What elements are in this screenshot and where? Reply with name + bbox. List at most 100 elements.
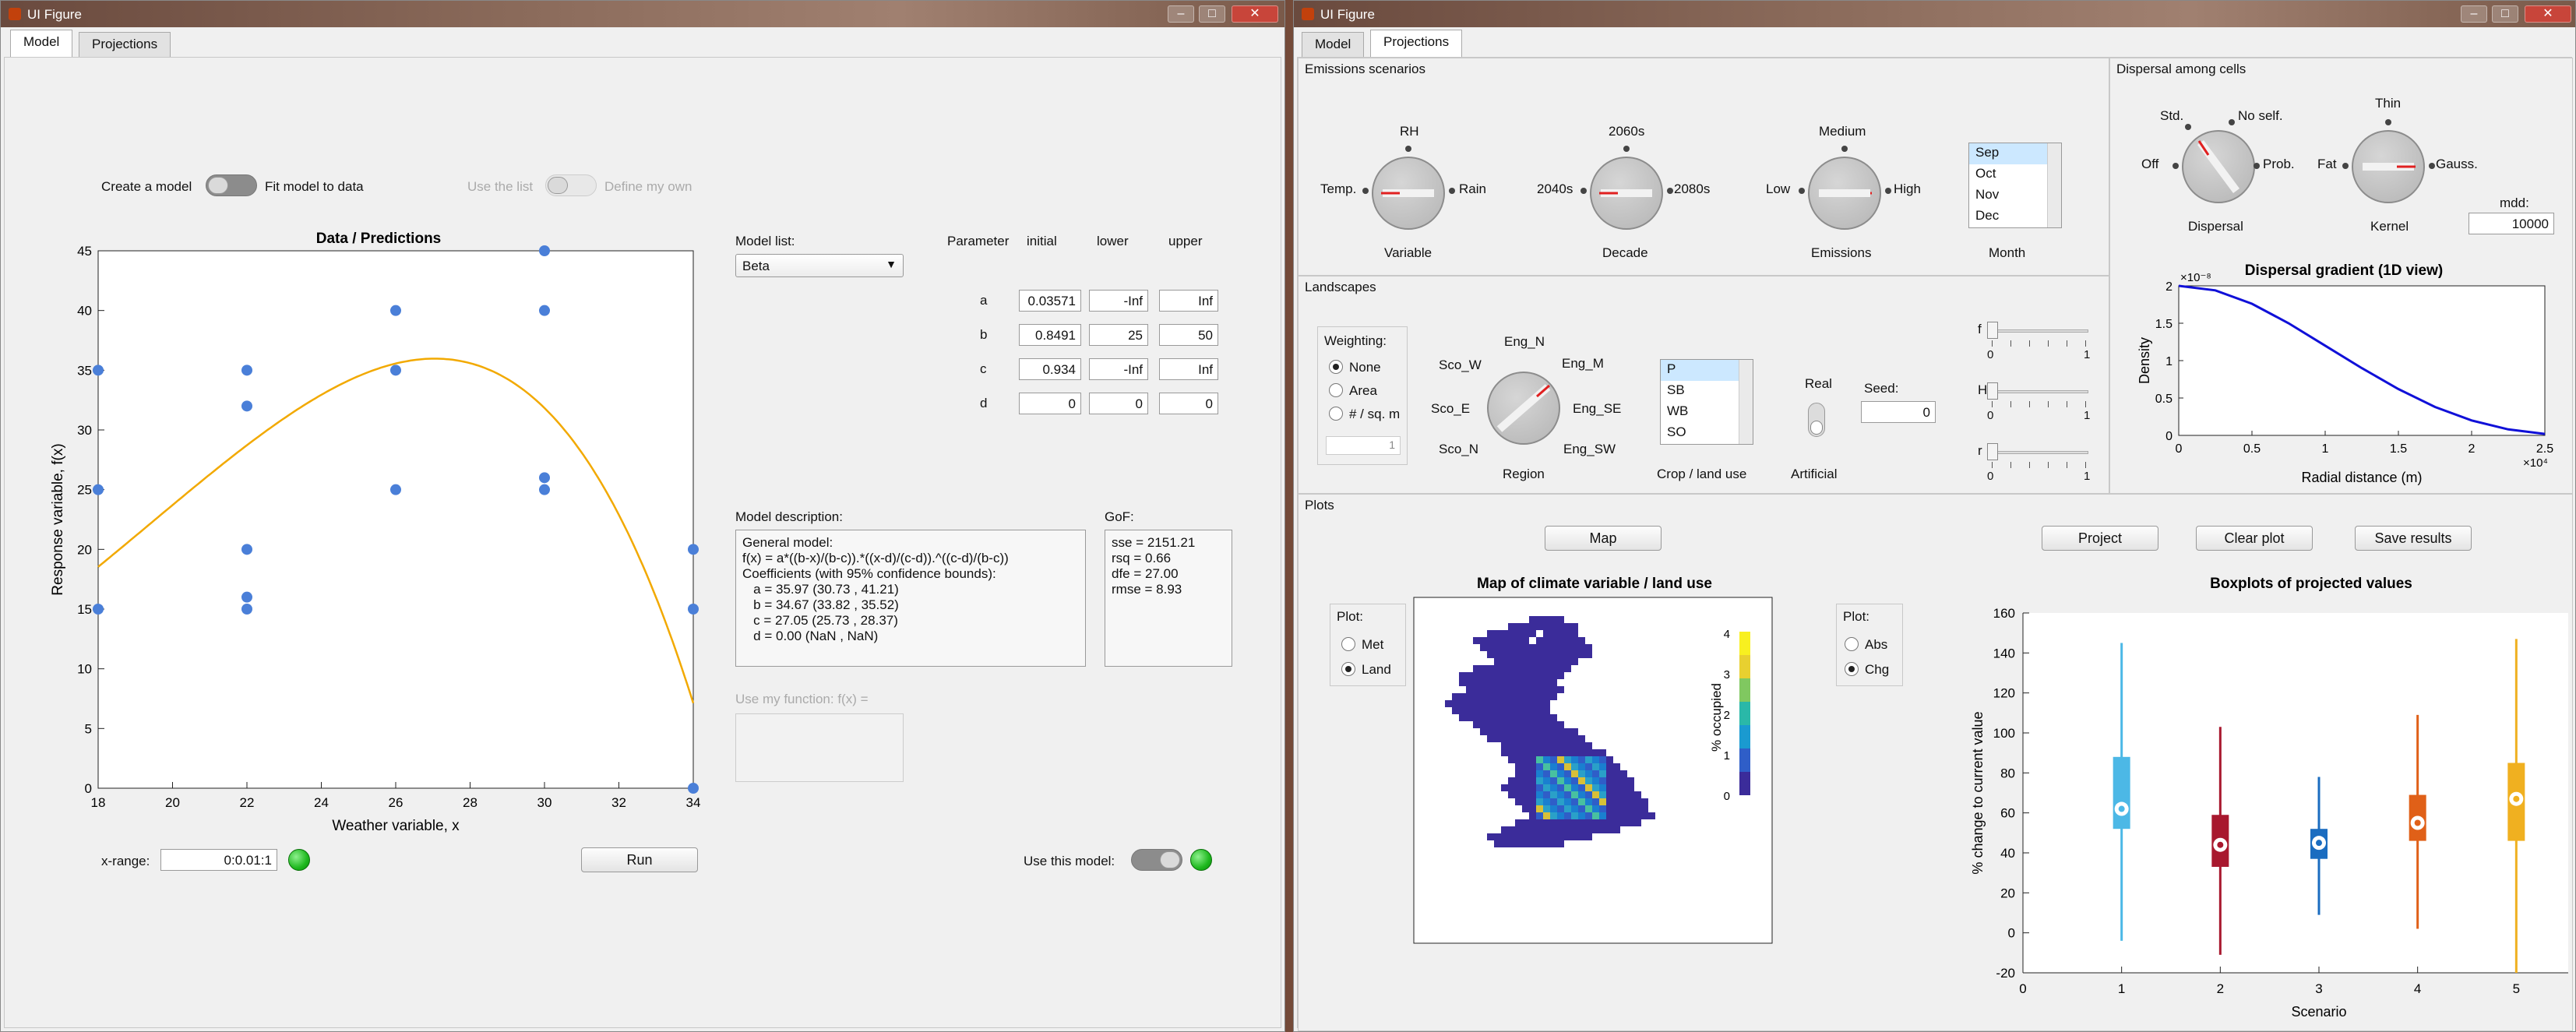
weighting-none-radio[interactable] <box>1329 360 1343 374</box>
tab-projections[interactable]: Projections <box>79 32 171 57</box>
plot-met-radio[interactable] <box>1341 637 1355 651</box>
map-cell <box>1578 812 1585 819</box>
param-lower-input[interactable]: 0 <box>1089 393 1148 414</box>
map-cell <box>1564 819 1571 826</box>
slider-track[interactable] <box>1992 329 2088 333</box>
param-upper-input[interactable]: 50 <box>1159 324 1218 346</box>
slider-thumb[interactable] <box>1987 443 1998 460</box>
model-desc-line: a = 35.97 (30.73 , 41.21) <box>742 582 899 597</box>
tab-model[interactable]: Model <box>10 30 73 57</box>
param-header-parameter: Parameter <box>947 234 1010 248</box>
map-cell <box>1529 812 1536 819</box>
seed-input[interactable]: 0 <box>1861 401 1936 423</box>
artificial-switch[interactable] <box>1808 403 1825 437</box>
param-lower-input[interactable]: -Inf <box>1089 358 1148 380</box>
map-cell <box>1543 686 1550 693</box>
x-range-lamp <box>288 849 310 871</box>
map-cell <box>1543 777 1550 784</box>
param-initial-input[interactable]: 0.934 <box>1019 358 1081 380</box>
variable-knob[interactable] <box>1372 157 1445 230</box>
map-cell <box>1557 637 1564 644</box>
maximize-button[interactable]: □ <box>2492 5 2518 23</box>
map-cell <box>1522 623 1529 630</box>
map-cell <box>1543 630 1550 637</box>
map-button[interactable]: Map <box>1545 526 1662 551</box>
clear-plot-button[interactable]: Clear plot <box>2196 526 2313 551</box>
plot-abs-radio[interactable] <box>1845 637 1859 651</box>
slider-thumb[interactable] <box>1987 322 1998 339</box>
crop-scrollbar[interactable] <box>1739 360 1753 444</box>
map-chart: Map of climate variable / land use 0 1 2 3 4… <box>1413 576 1773 944</box>
data-point <box>688 783 699 794</box>
mdd-input[interactable]: 10000 <box>2469 213 2554 234</box>
param-upper-input[interactable]: 0 <box>1159 393 1218 414</box>
save-results-button[interactable]: Save results <box>2355 526 2472 551</box>
weighting-area-radio[interactable] <box>1329 383 1343 397</box>
map-cell <box>1459 679 1466 686</box>
map-cell <box>1571 651 1578 658</box>
month-listbox[interactable]: Sep Oct Nov Dec <box>1968 143 2062 228</box>
plot-land-radio[interactable] <box>1341 662 1355 676</box>
map-cell <box>1550 756 1557 763</box>
slider-tick <box>2085 340 2086 347</box>
y-exponent-label: ×10⁻⁸ <box>2180 271 2211 284</box>
map-cell <box>1578 770 1585 777</box>
my-function-box[interactable] <box>735 713 904 782</box>
param-upper-input[interactable]: Inf <box>1159 290 1218 312</box>
close-button[interactable]: ✕ <box>2525 5 2571 23</box>
map-cell <box>1543 826 1550 833</box>
use-model-lamp <box>1190 849 1212 871</box>
map-cell <box>1571 770 1578 777</box>
close-button[interactable]: ✕ <box>1232 5 1278 23</box>
param-lower-input[interactable]: 25 <box>1089 324 1148 346</box>
use-model-toggle[interactable] <box>1131 849 1182 871</box>
weighting-value-input[interactable]: 1 <box>1326 436 1401 455</box>
list-mode-toggle[interactable] <box>545 174 597 196</box>
map-cell <box>1536 644 1543 651</box>
slider-track[interactable] <box>1992 390 2088 393</box>
create-model-label: Create a model <box>101 179 192 194</box>
map-cell <box>1543 721 1550 728</box>
model-dropdown[interactable]: Beta ▼ <box>735 254 904 277</box>
map-cell <box>1529 784 1536 791</box>
param-initial-input[interactable]: 0.03571 <box>1019 290 1081 312</box>
x-range-input[interactable]: 0:0.01:1 <box>160 849 277 871</box>
param-initial-input[interactable]: 0.8491 <box>1019 324 1081 346</box>
dispersal-knob[interactable] <box>2182 130 2255 203</box>
data-point <box>93 604 104 615</box>
map-cell <box>1473 686 1480 693</box>
emissions-knob[interactable] <box>1808 157 1881 230</box>
kernel-knob[interactable] <box>2352 130 2425 203</box>
map-cell <box>1557 826 1564 833</box>
minimize-button[interactable]: – <box>2461 5 2487 23</box>
decade-knob[interactable] <box>1590 157 1663 230</box>
tab-model[interactable]: Model <box>1302 32 1365 57</box>
map-cell <box>1473 665 1480 672</box>
region-knob[interactable] <box>1487 372 1560 445</box>
map-cell <box>1522 679 1529 686</box>
tab-projections[interactable]: Projections <box>1370 30 1463 57</box>
maximize-button[interactable]: □ <box>1199 5 1225 23</box>
region-sco-w-label: Sco_W <box>1439 358 1482 372</box>
map-cell <box>1543 833 1550 840</box>
data-point <box>93 365 104 376</box>
minimize-button[interactable]: – <box>1168 5 1194 23</box>
map-cell <box>1578 637 1585 644</box>
map-cell <box>1585 805 1592 812</box>
map-cell <box>1557 623 1564 630</box>
y-tick-label: 25 <box>77 483 92 498</box>
run-button[interactable]: Run <box>581 847 698 872</box>
crop-listbox[interactable]: P SB WB SO <box>1660 359 1753 445</box>
fit-mode-toggle[interactable] <box>206 174 257 196</box>
plot-chg-radio[interactable] <box>1845 662 1859 676</box>
month-scrollbar[interactable] <box>2047 143 2061 227</box>
project-button[interactable]: Project <box>2042 526 2158 551</box>
param-upper-input[interactable]: Inf <box>1159 358 1218 380</box>
param-initial-input[interactable]: 0 <box>1019 393 1081 414</box>
weighting-density-radio[interactable] <box>1329 407 1343 421</box>
param-lower-input[interactable]: -Inf <box>1089 290 1148 312</box>
slider-track[interactable] <box>1992 451 2088 454</box>
map-cell <box>1564 735 1571 742</box>
slider-thumb[interactable] <box>1987 382 1998 400</box>
map-cell <box>1550 721 1557 728</box>
